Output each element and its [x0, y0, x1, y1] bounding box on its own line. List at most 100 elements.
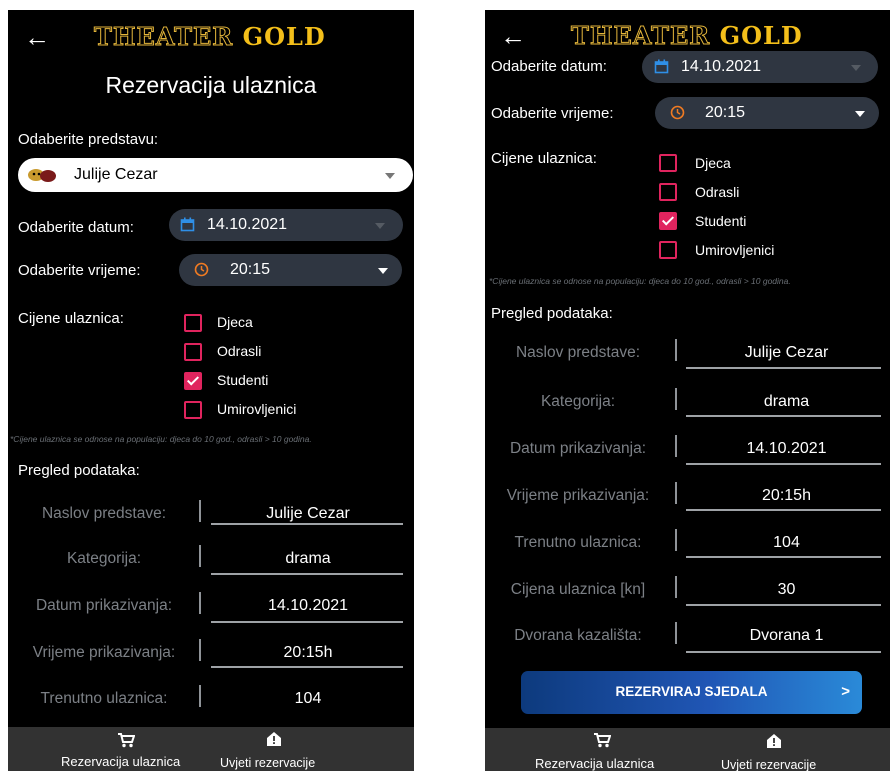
date-label: Odaberite datum: — [18, 219, 134, 236]
date-value: 14.10.2021 — [207, 216, 288, 233]
checkbox-odrasli[interactable] — [659, 183, 677, 201]
summary-row-value: 30 — [777, 581, 796, 598]
chevron-down-icon — [375, 223, 385, 229]
time-label: Odaberite vrijeme: — [491, 105, 614, 122]
chevron-right-icon: > — [841, 683, 850, 700]
show-value: Julije Cezar — [74, 166, 158, 183]
summary-row-label: Trenutno ulaznica: — [40, 690, 168, 707]
chevron-down-icon — [385, 173, 395, 179]
date-picker[interactable]: 14.10.2021 — [642, 51, 878, 83]
date-picker[interactable]: 14.10.2021 — [169, 209, 403, 241]
row-separator — [675, 339, 677, 361]
alert-home-icon[interactable] — [766, 733, 782, 749]
chevron-down-icon — [855, 111, 865, 117]
cart-icon[interactable] — [117, 732, 135, 748]
row-underline — [686, 415, 881, 417]
summary-row-value: 104 — [294, 690, 322, 707]
checkbox-djeca[interactable] — [184, 314, 202, 332]
checkbox-djeca[interactable] — [659, 154, 677, 172]
row-underline — [211, 621, 403, 623]
chevron-down-icon — [378, 268, 388, 274]
summary-row-label: Kategorija: — [540, 393, 616, 410]
time-picker[interactable]: 20:15 — [655, 97, 879, 129]
checkbox-umirovljenici[interactable] — [184, 401, 202, 419]
row-underline — [686, 604, 881, 606]
summary-row-value: drama — [763, 393, 810, 410]
summary-row-label: Vrijeme prikazivanja: — [32, 644, 176, 661]
checkbox-label: Odrasli — [695, 184, 740, 200]
row-underline — [686, 509, 881, 511]
summary-title: Pregled podataka: — [18, 462, 140, 479]
row-underline — [686, 367, 881, 369]
summary-title: Pregled podataka: — [491, 305, 613, 322]
checkbox-label: Djeca — [695, 155, 731, 171]
checkbox-label: Umirovljenici — [217, 401, 297, 417]
summary-row-label: Datum prikazivanja: — [509, 440, 647, 457]
alert-home-icon[interactable] — [266, 731, 282, 747]
show-dropdown[interactable]: Julije Cezar — [18, 158, 413, 192]
checkbox-label: Odrasli — [217, 343, 262, 359]
checkbox-studenti[interactable] — [184, 372, 202, 390]
price-note: *Cijene ulaznica se odnose na populaciju… — [10, 434, 312, 444]
back-arrow-icon[interactable]: ← — [500, 23, 526, 49]
checkbox-odrasli[interactable] — [184, 343, 202, 361]
row-separator — [675, 435, 677, 457]
reserve-seats-button[interactable]: REZERVIRAJ SJEDALA > — [521, 671, 862, 714]
nav-tab-reservation[interactable]: Rezervacija ulaznica — [61, 754, 180, 769]
checkbox-label: Studenti — [217, 372, 269, 388]
checkbox-label: Studenti — [695, 213, 747, 229]
summary-row-value: Dvorana 1 — [749, 627, 824, 644]
row-underline — [211, 573, 403, 575]
summary-row-label: Datum prikazivanja: — [35, 597, 173, 614]
time-picker[interactable]: 20:15 — [179, 254, 402, 286]
summary-row-label: Naslov predstave: — [515, 344, 641, 361]
back-arrow-icon[interactable]: ← — [24, 24, 50, 50]
show-label: Odaberite predstavu: — [18, 131, 159, 148]
calendar-icon — [180, 217, 195, 232]
price-note: *Cijene ulaznica se odnose na populaciju… — [489, 276, 791, 286]
row-separator — [675, 482, 677, 504]
nav-tab-reservation[interactable]: Rezervacija ulaznica — [535, 756, 654, 771]
row-underline — [686, 463, 881, 465]
reserve-seats-label: REZERVIRAJ SJEDALA — [615, 684, 768, 699]
masks-icon — [28, 169, 56, 182]
checkbox-label: Umirovljenici — [695, 242, 775, 258]
clock-icon — [670, 105, 685, 120]
checkbox-label: Djeca — [217, 314, 253, 330]
row-separator — [675, 576, 677, 598]
chevron-down-icon — [851, 65, 861, 71]
calendar-icon — [654, 59, 669, 74]
summary-row-label: Vrijeme prikazivanja: — [506, 487, 650, 504]
app-logo: THEATER GOLD — [93, 22, 326, 52]
summary-row-value: 14.10.2021 — [746, 440, 827, 457]
summary-row-value: Julije Cezar — [266, 505, 350, 522]
nav-tab-conditions[interactable]: Uvjeti rezervacije — [220, 756, 315, 770]
summary-row-label: Kategorija: — [66, 550, 142, 567]
bottom-nav: Rezervacija ulaznica Uvjeti rezervacije — [8, 727, 414, 771]
row-separator — [675, 622, 677, 644]
checkbox-umirovljenici[interactable] — [659, 241, 677, 259]
app-logo: THEATER GOLD — [570, 21, 803, 51]
row-separator — [199, 545, 201, 567]
summary-row-value: drama — [285, 550, 331, 567]
time-value: 20:15 — [705, 104, 746, 121]
summary-row-label: Cijena ulaznica [kn] — [510, 581, 646, 598]
time-value: 20:15 — [230, 261, 271, 278]
prices-label: Cijene ulaznica: — [491, 150, 597, 167]
checkbox-studenti[interactable] — [659, 212, 677, 230]
screen-right: ← THEATER GOLD Odaberite datum: 14.10.20… — [485, 10, 890, 771]
summary-row-label: Naslov predstave: — [41, 505, 167, 522]
clock-icon — [194, 262, 209, 277]
summary-row-value: 20:15h — [762, 487, 811, 504]
date-label: Odaberite datum: — [491, 58, 607, 75]
row-separator — [199, 592, 201, 614]
date-value: 14.10.2021 — [681, 58, 762, 75]
summary-row-value: 104 — [773, 534, 800, 551]
row-separator — [199, 685, 201, 707]
nav-tab-conditions[interactable]: Uvjeti rezervacije — [721, 758, 816, 771]
page-title: Rezervacija ulaznica — [105, 72, 317, 98]
cart-icon[interactable] — [593, 732, 611, 748]
row-underline — [686, 556, 881, 558]
row-separator — [675, 388, 677, 410]
row-separator — [675, 529, 677, 551]
